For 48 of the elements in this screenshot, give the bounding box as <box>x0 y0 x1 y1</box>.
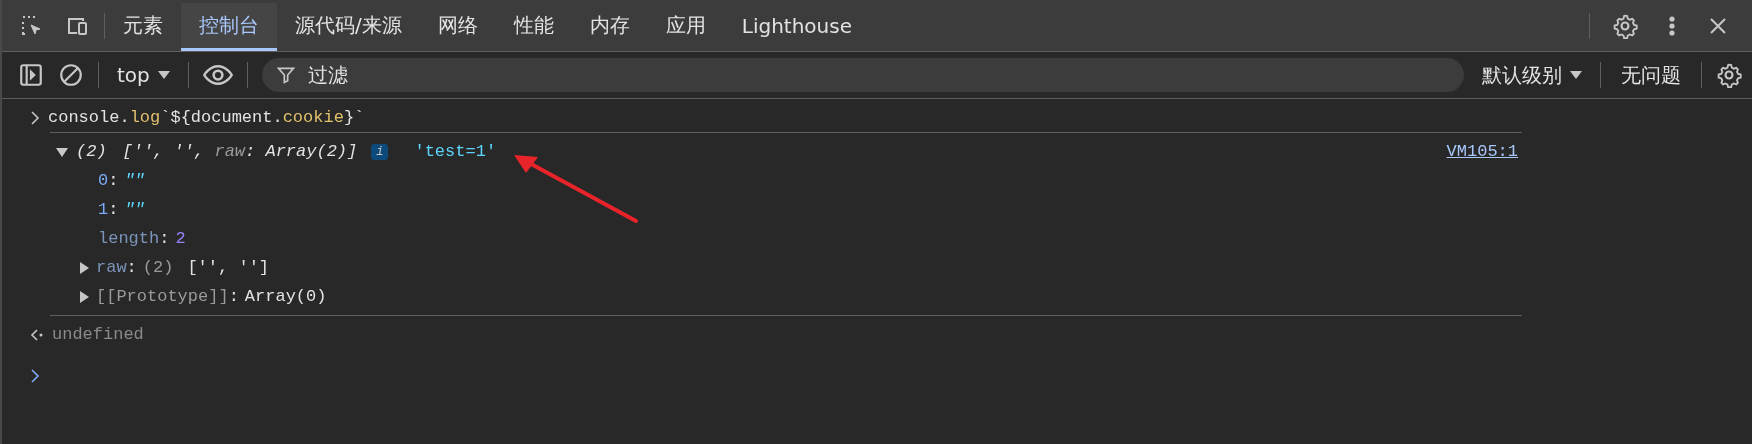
expand-toggle-icon[interactable] <box>78 290 90 303</box>
console-settings-icon[interactable] <box>1716 62 1742 88</box>
console-input-code: console.log`${document.cookie}` <box>48 108 365 127</box>
property-key: 1 <box>98 200 109 219</box>
filter-icon <box>275 65 296 85</box>
result-arrow-icon <box>30 327 44 342</box>
property-value: "" <box>124 171 145 190</box>
context-dropdown[interactable]: top <box>113 63 174 87</box>
key-separator: : <box>228 287 239 306</box>
property-value: "" <box>124 200 145 219</box>
caret-icon <box>1570 70 1582 80</box>
property-value: ['', ''] <box>187 258 270 277</box>
panel-tab[interactable]: 元素 <box>105 3 181 51</box>
expand-toggle-icon[interactable] <box>78 261 90 274</box>
property-key: 0 <box>98 171 109 190</box>
property-value: 2 <box>175 229 186 248</box>
result-value: undefined <box>52 325 144 344</box>
property-key: [[Prototype]] <box>96 287 229 306</box>
filter-field[interactable]: 过滤 <box>261 58 1464 92</box>
panel-tab[interactable]: 源代码/来源 <box>277 3 420 51</box>
log-message: 'test=1' <box>414 142 497 161</box>
panel-tab[interactable]: Lighthouse <box>723 3 870 51</box>
array-summary[interactable]: ['', '', raw: Array(2)] <box>122 142 358 161</box>
panel-tab[interactable]: 内存 <box>571 3 648 51</box>
property-key: raw <box>96 258 127 277</box>
expand-toggle-icon[interactable] <box>56 145 68 158</box>
panel-tab[interactable]: 性能 <box>495 3 572 51</box>
log-level-dropdown[interactable]: 默认级别 <box>1478 61 1586 89</box>
issues-button[interactable]: 无问题 <box>1615 61 1687 89</box>
array-count: (2) <box>76 142 107 161</box>
info-badge[interactable]: i <box>371 143 389 160</box>
caret-icon <box>157 70 170 80</box>
key-separator: : <box>159 229 170 248</box>
prompt-icon[interactable] <box>30 368 40 383</box>
property-key: length <box>98 229 160 248</box>
property-value: Array(0) <box>244 287 327 306</box>
panel-tab[interactable]: 控制台 <box>181 3 277 51</box>
input-prompt-icon <box>30 110 40 125</box>
panel-tab[interactable]: 应用 <box>647 3 724 51</box>
panel-tab[interactable]: 网络 <box>419 3 496 51</box>
sidebar-toggle-icon[interactable] <box>18 62 44 88</box>
array-count: (2) <box>142 258 174 277</box>
settings-icon[interactable] <box>1612 12 1638 39</box>
source-link[interactable]: VM105:1 <box>1446 142 1518 161</box>
key-separator: : <box>108 200 119 219</box>
key-separator: : <box>108 171 119 190</box>
clear-console-icon[interactable] <box>58 62 84 88</box>
key-separator: : <box>126 258 137 277</box>
